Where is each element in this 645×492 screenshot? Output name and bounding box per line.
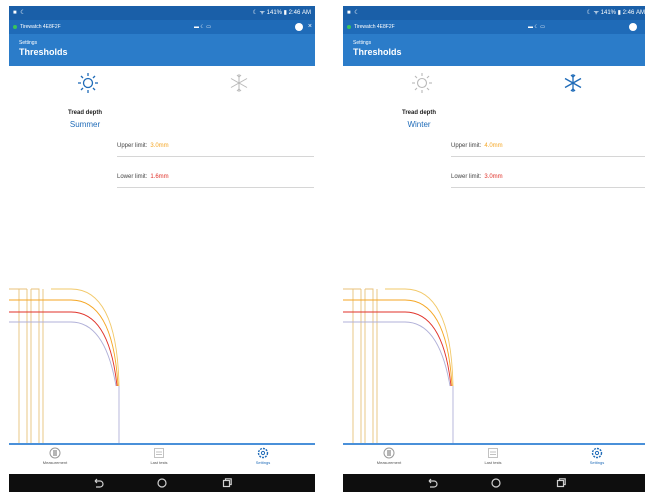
- status-bar: ■ ☾ ☾ ᯤ 141% ▮ 2:46 AM: [343, 6, 645, 20]
- screen-summer: ■ ☾ ☾ ᯤ 141% ▮ 2:46 AM Tirewatch 4E8F2F …: [9, 6, 315, 492]
- measure-tire-icon: [383, 447, 395, 459]
- lower-limit-line: [9, 311, 118, 387]
- back-icon[interactable]: [426, 477, 438, 489]
- close-icon[interactable]: ×: [308, 20, 312, 34]
- system-navigation-bar: [343, 474, 645, 492]
- app-bar: Settings Thresholds: [343, 34, 645, 66]
- tread-profile-graphic: [9, 288, 120, 446]
- season-name: Winter: [407, 120, 431, 129]
- tab-settings-label: Settings: [589, 460, 605, 465]
- upper-limit-field[interactable]: Upper limit: 3.0mm: [117, 143, 314, 157]
- page-title: Thresholds: [19, 47, 68, 57]
- tab-settings-label: Settings: [255, 460, 271, 465]
- season-selector: [343, 68, 645, 96]
- status-bar: ■ ☾ ☾ ᯤ 141% ▮ 2:46 AM: [9, 6, 315, 20]
- notification-icons: ▬ ☾ ▭: [528, 24, 545, 30]
- sun-icon[interactable]: [77, 72, 99, 94]
- tab-settings[interactable]: Settings: [233, 447, 293, 473]
- connection-status-icon: [347, 25, 351, 29]
- lower-limit-field[interactable]: Lower limit: 3.0mm: [451, 174, 645, 188]
- breadcrumb[interactable]: Settings: [19, 40, 37, 46]
- last-tests-icon: [154, 448, 164, 458]
- tab-last-tests[interactable]: Last tests: [463, 447, 523, 473]
- tread-groove-outline: [343, 288, 378, 446]
- season-name: Summer: [69, 120, 101, 129]
- notification-icons: ▬ ☾ ▭: [194, 24, 211, 30]
- notification-bar: Tirewatch 4E8F2F ▬ ☾ ▭: [343, 20, 645, 34]
- tab-last-tests-label: Last tests: [484, 460, 502, 465]
- measure-tire-icon: [49, 447, 61, 459]
- notification-toggle-icon[interactable]: [629, 23, 637, 31]
- app-bar: Settings Thresholds: [9, 34, 315, 66]
- status-icons-left: ■ ☾: [347, 10, 361, 16]
- tab-measurement[interactable]: Measurement: [25, 447, 85, 473]
- tread-groove-outline: [9, 288, 44, 446]
- tab-measurement[interactable]: Measurement: [359, 447, 419, 473]
- tab-measurement-label: Measurement: [42, 460, 68, 465]
- last-tests-icon: [488, 448, 498, 458]
- sun-icon[interactable]: [411, 72, 433, 94]
- system-navigation-bar: [9, 474, 315, 492]
- tread-profile-outer: [51, 288, 120, 387]
- tread-profile-inner: [9, 321, 117, 387]
- upper-limit-label: Upper limit:: [117, 143, 148, 149]
- home-icon[interactable]: [490, 477, 502, 489]
- upper-limit-label: Upper limit:: [451, 143, 482, 149]
- tread-depth-label: Tread depth: [67, 110, 102, 116]
- lower-limit-label: Lower limit:: [451, 174, 482, 180]
- device-name: Tirewatch 4E8F2F: [354, 24, 395, 30]
- tread-profile-outer: [385, 288, 454, 387]
- recents-icon[interactable]: [555, 477, 567, 489]
- page-title: Thresholds: [353, 47, 402, 57]
- status-icons-right: ☾ ᯤ 141% ▮ 2:46 AM: [586, 10, 645, 16]
- season-selector: [9, 68, 315, 96]
- tab-settings[interactable]: Settings: [567, 447, 627, 473]
- tab-measurement-label: Measurement: [376, 460, 402, 465]
- lower-limit-line: [343, 311, 452, 387]
- tread-depth-label: Tread depth: [401, 110, 436, 116]
- upper-limit-line: [9, 299, 119, 387]
- lower-limit-value[interactable]: 1.6mm: [150, 174, 168, 180]
- gear-icon: [257, 447, 269, 459]
- notification-bar: Tirewatch 4E8F2F ▬ ☾ ▭ ×: [9, 20, 315, 34]
- upper-limit-field[interactable]: Upper limit: 4.0mm: [451, 143, 645, 157]
- notification-toggle-icon[interactable]: [295, 23, 303, 31]
- bottom-navigation: Measurement Last tests Settings: [9, 445, 315, 474]
- lower-limit-label: Lower limit:: [117, 174, 148, 180]
- home-icon[interactable]: [156, 477, 168, 489]
- snowflake-icon[interactable]: [228, 72, 250, 94]
- tread-profile-inner: [343, 321, 451, 387]
- connection-status-icon: [13, 25, 17, 29]
- recents-icon[interactable]: [221, 477, 233, 489]
- tab-last-tests[interactable]: Last tests: [129, 447, 189, 473]
- status-icons-left: ■ ☾: [13, 10, 27, 16]
- back-icon[interactable]: [92, 477, 104, 489]
- gear-icon: [591, 447, 603, 459]
- snowflake-icon[interactable]: [562, 72, 584, 94]
- upper-limit-value[interactable]: 4.0mm: [484, 143, 502, 149]
- status-icons-right: ☾ ᯤ 141% ▮ 2:46 AM: [252, 10, 311, 16]
- bottom-navigation: Measurement Last tests Settings: [343, 445, 645, 474]
- screen-winter: ■ ☾ ☾ ᯤ 141% ▮ 2:46 AM Tirewatch 4E8F2F …: [343, 6, 645, 492]
- upper-limit-value[interactable]: 3.0mm: [150, 143, 168, 149]
- lower-limit-field[interactable]: Lower limit: 1.6mm: [117, 174, 314, 188]
- tread-profile-graphic: [343, 288, 454, 446]
- breadcrumb[interactable]: Settings: [353, 40, 371, 46]
- device-name: Tirewatch 4E8F2F: [20, 24, 61, 30]
- lower-limit-value[interactable]: 3.0mm: [484, 174, 502, 180]
- tab-last-tests-label: Last tests: [150, 460, 168, 465]
- upper-limit-line: [343, 299, 453, 387]
